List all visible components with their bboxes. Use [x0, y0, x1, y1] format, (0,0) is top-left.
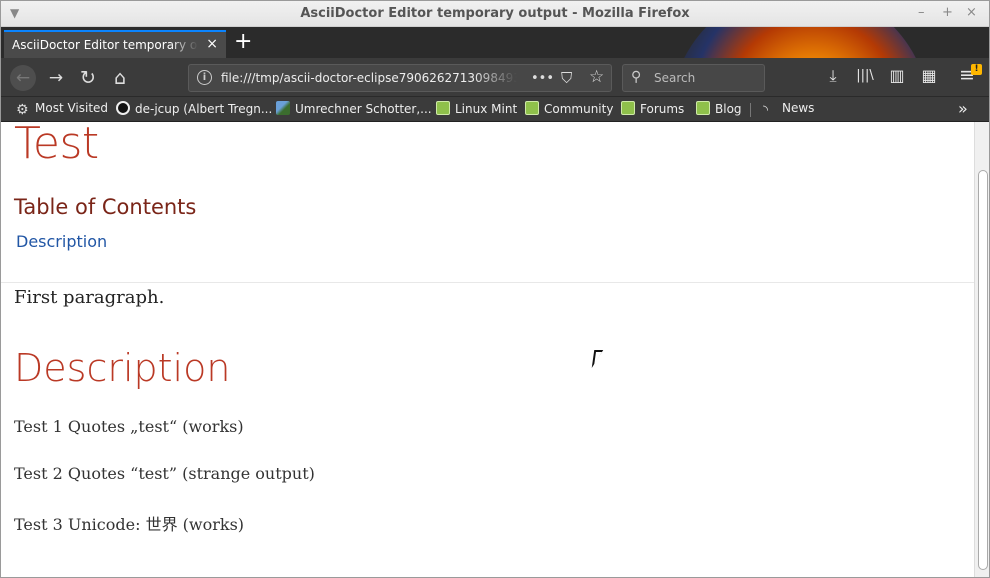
- page-scrollbar[interactable]: [974, 122, 990, 578]
- bookmark-label: News: [782, 101, 815, 115]
- scrollbar-thumb[interactable]: [978, 170, 988, 570]
- url-text[interactable]: file:///tmp/ascii-doctor-eclipse79062627…: [221, 71, 517, 85]
- mint-icon: [436, 101, 450, 115]
- home-button[interactable]: ⌂: [107, 65, 133, 91]
- test-line-2: Test 2 Quotes “test” (strange output): [14, 464, 315, 483]
- search-placeholder: Search: [654, 71, 696, 85]
- new-tab-button[interactable]: +: [234, 30, 252, 54]
- reload-button[interactable]: ↻: [75, 65, 101, 91]
- bookmark-label: Linux Mint: [455, 102, 518, 116]
- minimize-button[interactable]: –: [918, 5, 925, 20]
- bookmark-label: Most Visited: [35, 101, 109, 115]
- window-title: AsciiDoctor Editor temporary output - Mo…: [300, 6, 690, 21]
- forward-button[interactable]: →: [43, 65, 69, 91]
- downloads-icon[interactable]: ⤓: [821, 66, 845, 86]
- bookmark-blog[interactable]: Blog: [696, 101, 742, 116]
- firefox-theme-art: [670, 27, 930, 58]
- toc-title: Table of Contents: [14, 195, 197, 219]
- window-titlebar: ▼ AsciiDoctor Editor temporary output - …: [0, 0, 990, 27]
- header-divider: [1, 282, 974, 283]
- test-line-3: Test 3 Unicode: 世界 (works): [14, 515, 245, 534]
- bookmark-most-visited[interactable]: ⚙ Most Visited: [16, 101, 109, 118]
- search-bar[interactable]: ⚲ Search: [622, 64, 765, 92]
- mouse-cursor-icon: [591, 350, 604, 368]
- bookmark-community[interactable]: Community: [525, 101, 613, 116]
- mint-icon: [525, 101, 539, 115]
- pocket-icon[interactable]: ⛉: [561, 69, 572, 87]
- maximize-button[interactable]: +: [942, 5, 953, 20]
- site-info-icon[interactable]: i: [197, 70, 212, 85]
- bookmark-de-jcup[interactable]: de-jcup (Albert Tregn...: [116, 101, 272, 116]
- page-actions-icon[interactable]: •••: [531, 71, 554, 86]
- toc-link-description[interactable]: Description: [16, 232, 107, 251]
- extension-icon[interactable]: ▦: [917, 66, 941, 85]
- bookmark-label: Blog: [715, 102, 742, 116]
- section-title-description: Description: [14, 346, 231, 390]
- mint-icon: [696, 101, 710, 115]
- page-content: Test Table of Contents Description First…: [0, 122, 974, 578]
- navigation-toolbar: ← → ↻ ⌂ i file:///tmp/ascii-doctor-eclip…: [0, 58, 990, 97]
- search-icon: ⚲: [631, 69, 642, 85]
- bookmarks-toolbar: ⚙ Most Visited de-jcup (Albert Tregn... U…: [0, 97, 990, 122]
- bookmark-separator: [750, 103, 751, 117]
- url-bar[interactable]: i file:///tmp/ascii-doctor-eclipse790626…: [188, 64, 612, 92]
- bookmark-umrechner[interactable]: Umrechner Schotter,...: [276, 101, 432, 116]
- tab-title: AsciiDoctor Editor temporary output: [12, 38, 198, 52]
- sidebar-icon[interactable]: ▥: [885, 66, 909, 85]
- gear-icon: ⚙: [16, 102, 29, 118]
- bookmark-news[interactable]: ◝ News: [763, 101, 815, 118]
- bookmark-label: Community: [544, 102, 614, 116]
- close-window-button[interactable]: ×: [966, 5, 977, 20]
- bookmark-label: Forums: [640, 102, 685, 116]
- mint-icon: [621, 101, 635, 115]
- document-title: Test: [14, 122, 99, 169]
- bookmark-star-icon[interactable]: ☆: [589, 67, 604, 87]
- bookmark-label: de-jcup (Albert Tregn...: [135, 102, 273, 116]
- back-button[interactable]: ←: [10, 65, 36, 91]
- bookmarks-overflow-icon[interactable]: »: [958, 99, 968, 118]
- library-icon[interactable]: |||\: [853, 68, 877, 83]
- bookmark-linux-mint[interactable]: Linux Mint: [436, 101, 517, 116]
- first-paragraph: First paragraph.: [14, 287, 165, 308]
- bookmark-label: Umrechner Schotter,...: [295, 102, 432, 116]
- bookmark-forums[interactable]: Forums: [621, 101, 684, 116]
- tab-close-icon[interactable]: ×: [206, 36, 218, 52]
- github-icon: [116, 101, 130, 115]
- image-icon: [276, 101, 290, 115]
- rss-icon: ◝: [763, 103, 769, 118]
- update-badge-icon: !: [971, 64, 982, 75]
- tab-strip: AsciiDoctor Editor temporary output × +: [0, 27, 990, 58]
- test-line-1: Test 1 Quotes „test“ (works): [14, 417, 244, 436]
- tab-asciidoctor-output[interactable]: AsciiDoctor Editor temporary output ×: [4, 30, 226, 58]
